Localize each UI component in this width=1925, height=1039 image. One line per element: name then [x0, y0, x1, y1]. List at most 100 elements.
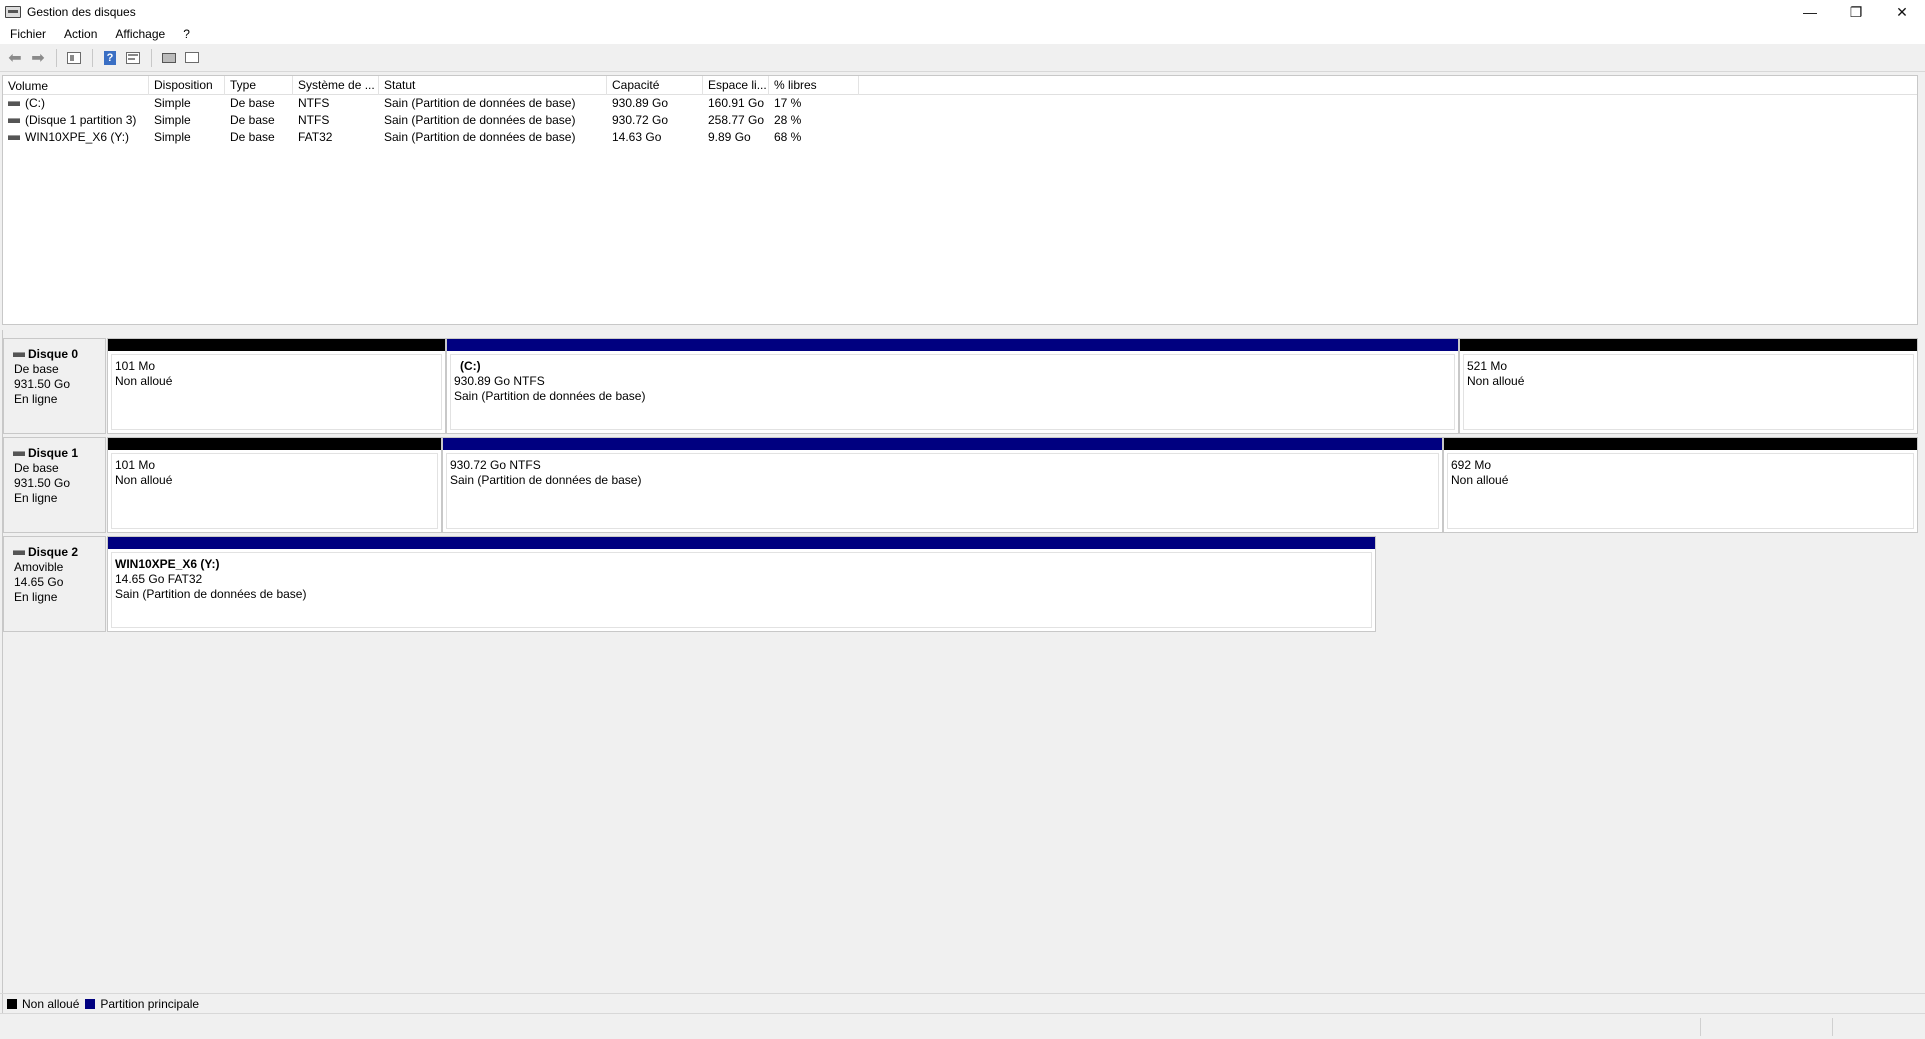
column-header-status[interactable]: Statut: [379, 76, 607, 95]
legend-label: Non alloué: [22, 996, 80, 1011]
column-header-capacity[interactable]: Capacité: [607, 76, 703, 95]
legend-swatch-primary: [85, 998, 96, 1009]
column-header-volume[interactable]: Volume: [3, 76, 149, 95]
close-button[interactable]: ✕: [1879, 0, 1925, 24]
disk-graphical-view: Disque 0 De base 931.50 Go En ligne 101 …: [2, 330, 1919, 1013]
console-tree-button[interactable]: [63, 47, 85, 69]
toolbar-separator: [56, 48, 57, 67]
partition-block[interactable]: 692 Mo Non alloué: [1443, 437, 1918, 533]
table-row[interactable]: WIN10XPE_X6 (Y:) Simple De base FAT32 Sa…: [3, 129, 1917, 146]
volume-capacity: 14.63 Go: [612, 130, 662, 144]
partition-status: Sain (Partition de données de base): [115, 587, 307, 601]
status-bar: [0, 1013, 1925, 1039]
minimize-button[interactable]: —: [1787, 0, 1833, 24]
partition-block[interactable]: (C:) 930.89 Go NTFS Sain (Partition de d…: [446, 338, 1459, 434]
table-row[interactable]: (C:) Simple De base NTFS Sain (Partition…: [3, 95, 1917, 112]
partition-block[interactable]: 101 Mo Non alloué: [107, 437, 442, 533]
volume-capacity: 930.72 Go: [612, 113, 669, 127]
volume-list-header: Volume Disposition Type Système de ... S…: [3, 76, 1917, 95]
volume-percent-free: 28 %: [774, 113, 802, 127]
partition-status: Non alloué: [1451, 473, 1509, 487]
forward-button[interactable]: ➡: [27, 47, 49, 69]
volume-type: De base: [230, 113, 275, 127]
partition-size: 14.65 Go FAT32: [115, 572, 203, 586]
volume-name: (C:): [25, 96, 45, 110]
toolbar-separator: [92, 48, 93, 67]
volume-type: De base: [230, 96, 275, 110]
partition-status: Non alloué: [1467, 374, 1525, 388]
disk-state: En ligne: [14, 491, 58, 505]
volume-capacity: 930.89 Go: [612, 96, 669, 110]
disk-icon: [13, 550, 25, 555]
legend-item: Non alloué: [7, 997, 79, 1011]
column-header-type[interactable]: Type: [225, 76, 293, 95]
volume-percent-free: 17 %: [774, 96, 802, 110]
legend-item: Partition principale: [85, 997, 199, 1011]
disk-state: En ligne: [14, 590, 58, 604]
disk-name: Disque 1: [28, 446, 79, 460]
partition-title: WIN10XPE_X6 (Y:): [115, 557, 220, 571]
volume-disposition: Simple: [154, 96, 191, 110]
back-button[interactable]: ⬅: [4, 47, 26, 69]
partition-color-bar: [1444, 438, 1917, 450]
volume-filesystem: NTFS: [298, 96, 330, 110]
disk-state: En ligne: [14, 392, 58, 406]
partition-color-bar: [108, 339, 445, 351]
status-separator: [1700, 1018, 1701, 1036]
disk-label[interactable]: Disque 0 De base 931.50 Go En ligne: [3, 338, 106, 434]
partition-status: Sain (Partition de données de base): [450, 473, 642, 487]
partition-size: 930.72 Go NTFS: [450, 458, 541, 472]
disk-label[interactable]: Disque 1 De base 931.50 Go En ligne: [3, 437, 106, 533]
panel-button[interactable]: [181, 47, 203, 69]
disk-kind: Amovible: [14, 560, 64, 574]
partition-block[interactable]: 930.72 Go NTFS Sain (Partition de donnée…: [442, 437, 1443, 533]
console-tree-icon: [67, 51, 81, 64]
disk-name: Disque 0: [28, 347, 79, 361]
disk-kind: De base: [14, 362, 59, 376]
column-header-filesystem[interactable]: Système de ...: [293, 76, 379, 95]
table-row[interactable]: (Disque 1 partition 3) Simple De base NT…: [3, 112, 1917, 129]
partition-status: Non alloué: [115, 473, 173, 487]
partition-status: Non alloué: [115, 374, 173, 388]
help-button[interactable]: ?: [99, 47, 121, 69]
properties-button[interactable]: [122, 47, 144, 69]
column-header-free-space[interactable]: Espace li...: [703, 76, 769, 95]
partition-block[interactable]: 101 Mo Non alloué: [107, 338, 446, 434]
volume-free-space: 160.91 Go: [708, 96, 765, 110]
help-icon: ?: [104, 50, 116, 65]
partition-size: 101 Mo: [115, 359, 156, 373]
window-title: Gestion des disques: [27, 5, 136, 19]
column-header-disposition[interactable]: Disposition: [149, 76, 225, 95]
disk-connect-button[interactable]: [158, 47, 180, 69]
partition-size: 101 Mo: [115, 458, 156, 472]
partition-block[interactable]: WIN10XPE_X6 (Y:) 14.65 Go FAT32 Sain (Pa…: [107, 536, 1376, 632]
disk-icon: [13, 451, 25, 456]
menu-action[interactable]: Action: [58, 27, 103, 41]
partition-block[interactable]: 521 Mo Non alloué: [1459, 338, 1918, 434]
menu-bar: Fichier Action Affichage ?: [0, 24, 1925, 44]
disk-connect-icon: [162, 52, 176, 63]
menu-fichier[interactable]: Fichier: [4, 27, 52, 41]
menu-help[interactable]: ?: [177, 27, 196, 41]
restore-button[interactable]: ❐: [1833, 0, 1879, 24]
volume-icon: [8, 101, 20, 106]
disk-size: 931.50 Go: [14, 377, 71, 391]
partition-color-bar: [1460, 339, 1917, 351]
volume-free-space: 9.89 Go: [708, 130, 751, 144]
partition-color-bar: [443, 438, 1442, 450]
forward-arrow-icon: ➡: [31, 49, 45, 67]
volume-free-space: 258.77 Go: [708, 113, 765, 127]
disk-row-0: Disque 0 De base 931.50 Go En ligne 101 …: [3, 338, 1919, 434]
toolbar: ⬅ ➡ ?: [0, 44, 1925, 72]
partition-status: Sain (Partition de données de base): [454, 389, 646, 403]
partition-size: 521 Mo: [1467, 359, 1508, 373]
volume-status: Sain (Partition de données de base): [384, 113, 576, 127]
partition-color-bar: [447, 339, 1458, 351]
legend-label: Partition principale: [100, 996, 200, 1011]
partition-color-bar: [108, 438, 441, 450]
disk-label[interactable]: Disque 2 Amovible 14.65 Go En ligne: [3, 536, 106, 632]
volume-icon: [8, 135, 20, 140]
menu-affichage[interactable]: Affichage: [109, 27, 171, 41]
column-header-percent-free[interactable]: % libres: [769, 76, 859, 95]
volume-name: WIN10XPE_X6 (Y:): [25, 130, 130, 144]
